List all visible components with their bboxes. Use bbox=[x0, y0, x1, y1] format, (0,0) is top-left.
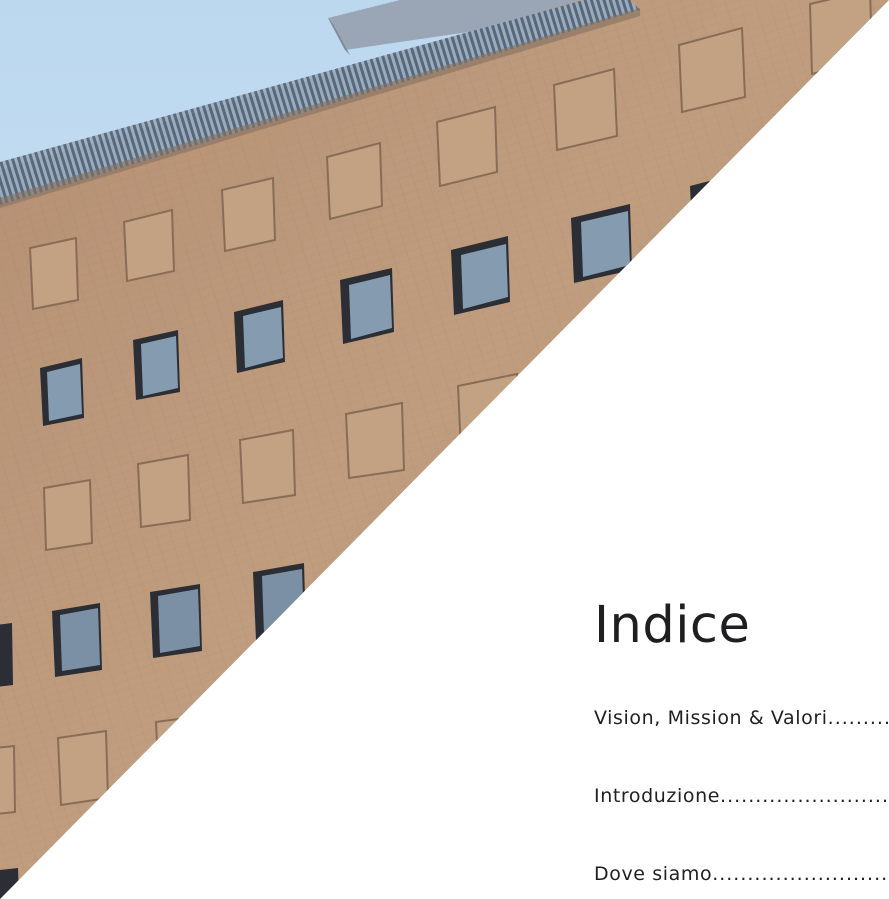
toc-dot-leader bbox=[712, 861, 889, 887]
toc-dot-leader bbox=[720, 783, 889, 809]
toc-entry-vision[interactable]: Vision, Mission & Valori bbox=[594, 705, 889, 731]
document-page: Indice Vision, Mission & Valori Introduz… bbox=[0, 0, 889, 899]
toc-entry-dove-siamo[interactable]: Dove siamo bbox=[594, 861, 889, 887]
toc-entry-label: Dove siamo bbox=[594, 863, 713, 885]
building-facade-photo bbox=[0, 0, 889, 899]
toc-entry-introduzione[interactable]: Introduzione bbox=[594, 783, 889, 809]
toc-dot-leader bbox=[828, 705, 889, 731]
toc-entry-label: Introduzione bbox=[594, 785, 721, 807]
toc-title: Indice bbox=[594, 596, 751, 655]
table-of-contents: Indice bbox=[594, 590, 889, 662]
toc-entry-label: Vision, Mission & Valori bbox=[594, 707, 828, 729]
